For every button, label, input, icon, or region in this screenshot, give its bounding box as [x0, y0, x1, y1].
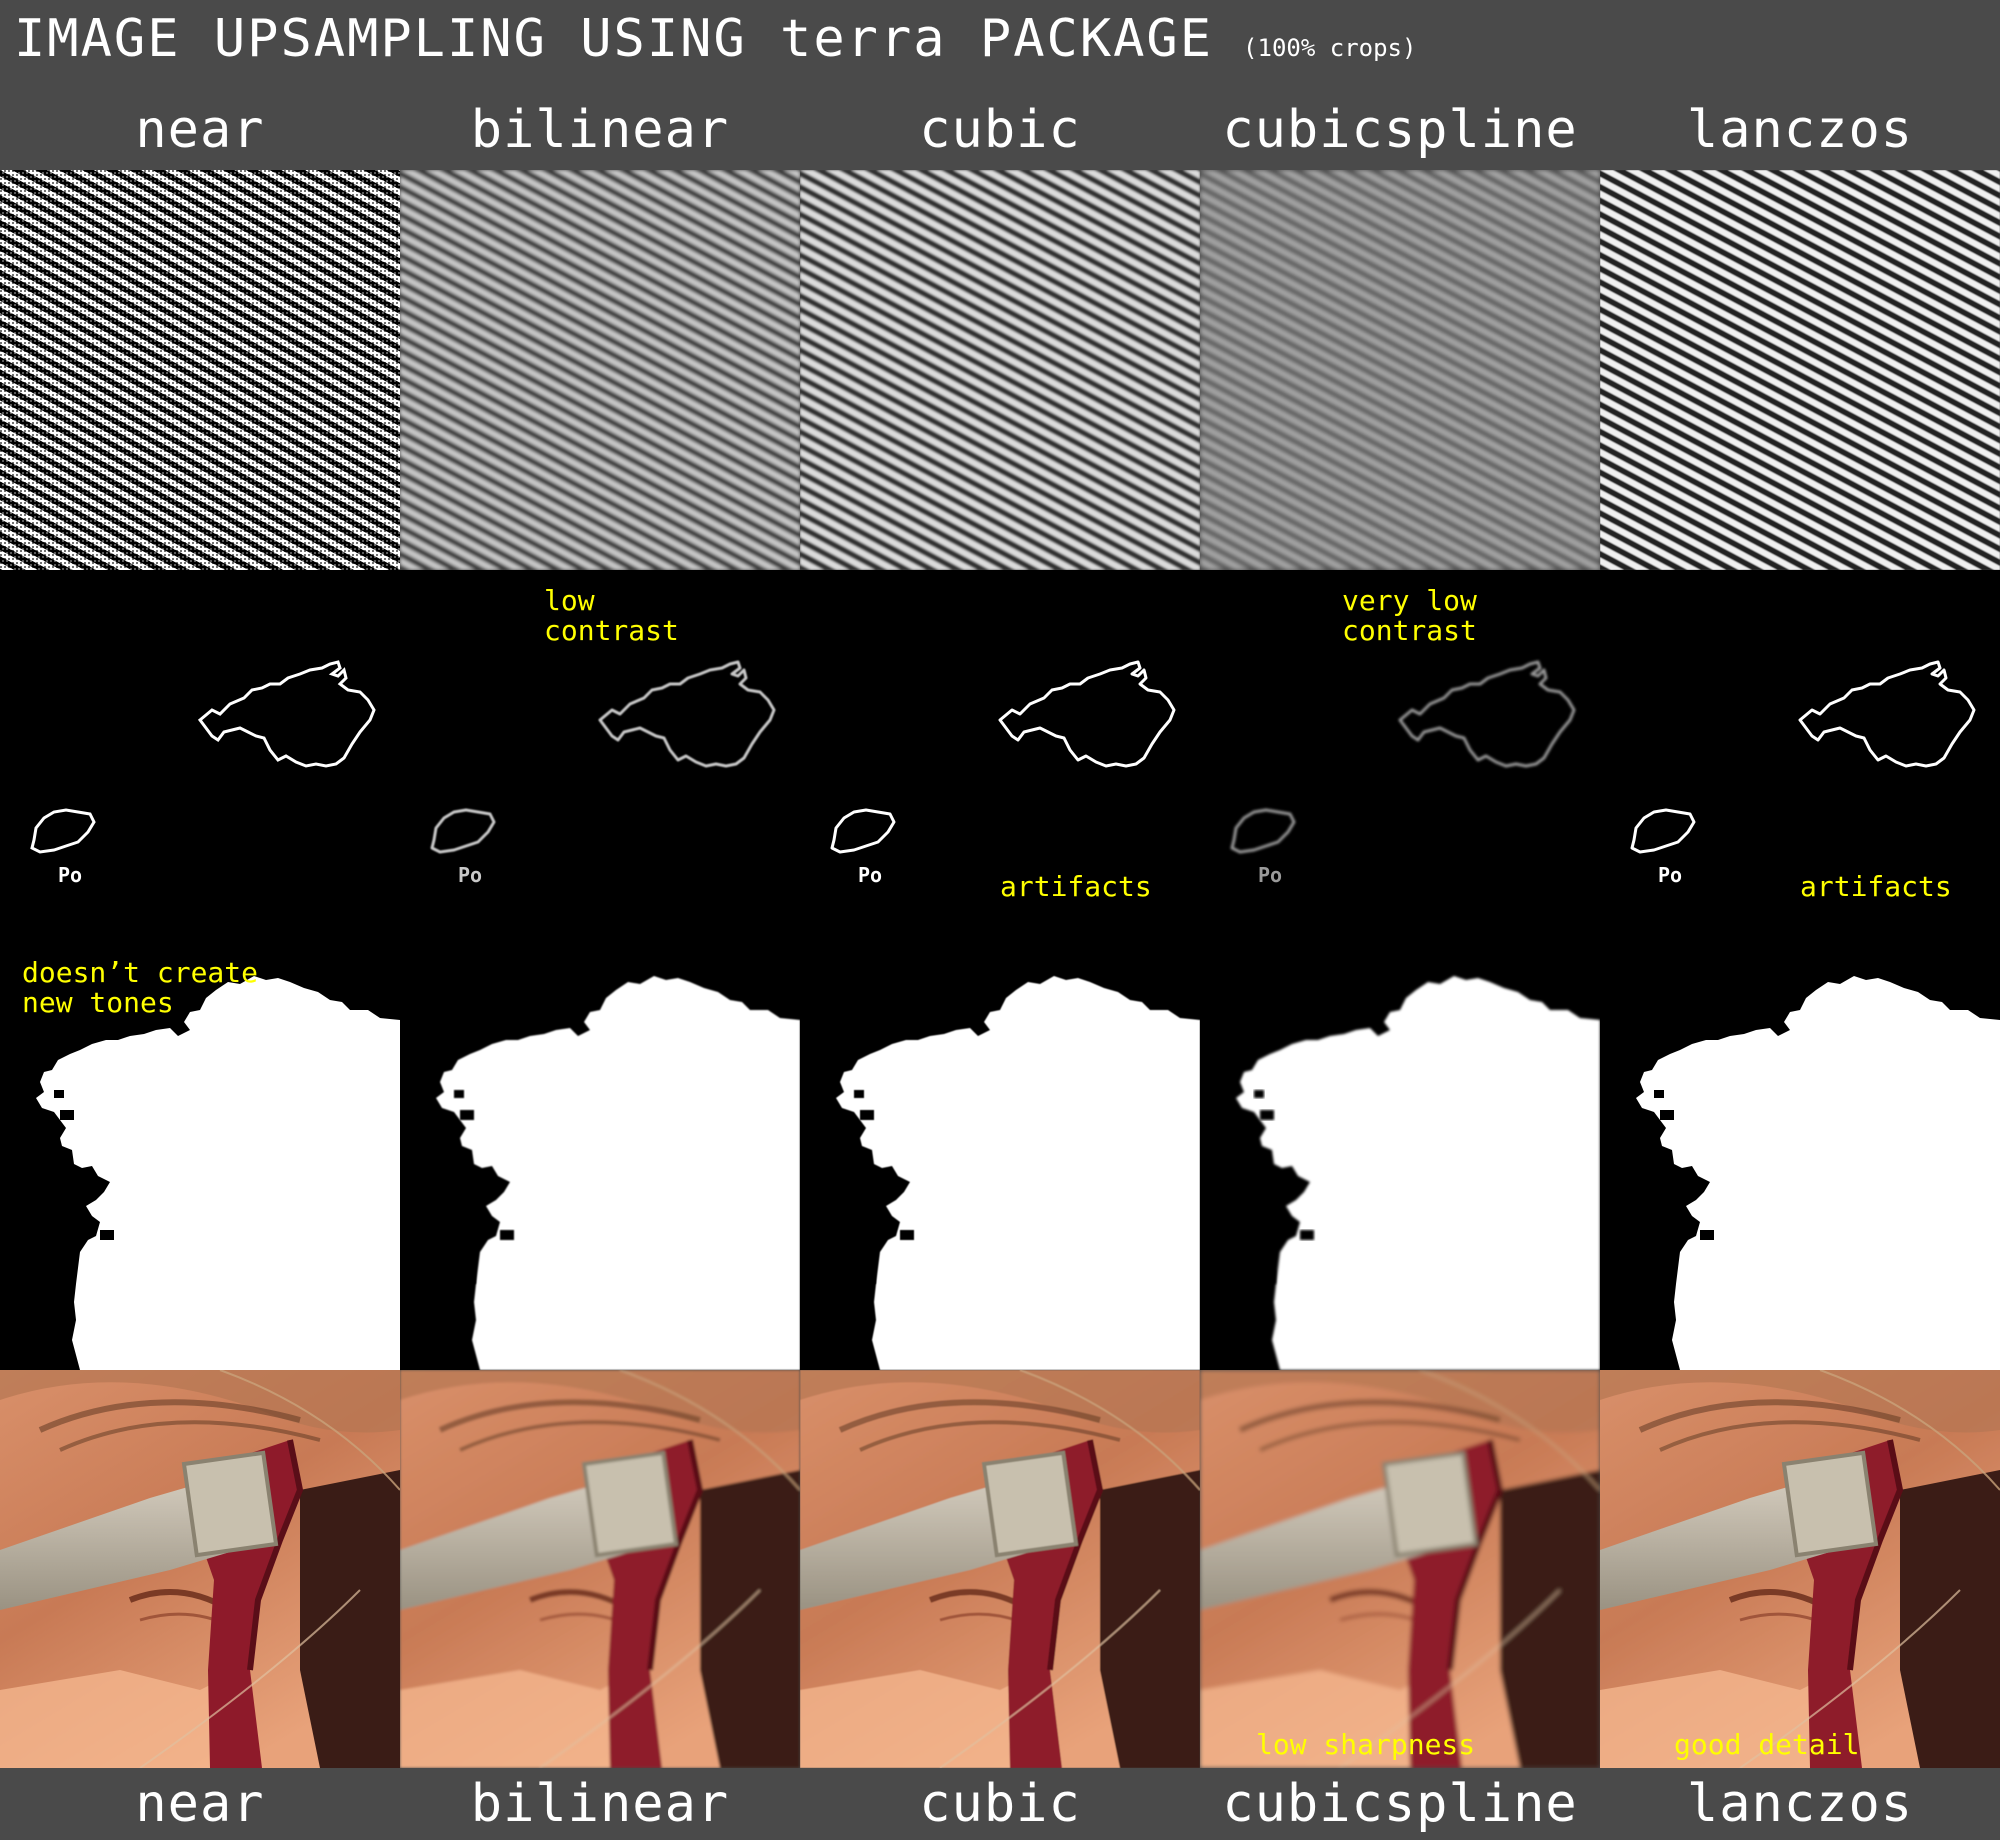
map-label: Po	[1658, 863, 1682, 887]
page-title: IMAGE UPSAMPLING USING terra PACKAGE (100…	[14, 6, 1416, 72]
photo-crop-cubic	[800, 1370, 1200, 1768]
stripe-pattern-bilinear	[400, 170, 800, 570]
column-header-near: near	[135, 100, 265, 160]
note-very-low-contrast: very low contrast	[1342, 584, 1477, 647]
map-label: Po	[458, 863, 482, 887]
note-low-sharpness: low sharpness	[1256, 1728, 1476, 1761]
column-header-lanczos: lanczos	[1686, 100, 1914, 160]
note-good-detail: good detail	[1674, 1728, 1860, 1761]
note-low-contrast: low contrast	[544, 584, 679, 647]
column-headers-top: near bilinear cubic cubicspline lanczos	[0, 92, 2000, 168]
photo-crop-bilinear	[400, 1370, 800, 1768]
stripe-pattern-cubic	[800, 170, 1200, 570]
column-header-cubic: cubic	[919, 100, 1081, 160]
note-artifacts-cubic: artifacts	[1000, 870, 1152, 903]
map-label: Po	[1258, 863, 1282, 887]
column-footer-near: near	[135, 1774, 265, 1834]
mask-region-cubic	[800, 970, 1200, 1370]
note-no-new-tones: doesn’t create new tones	[22, 956, 259, 1019]
title-subtitle: (100% crops)	[1243, 34, 1417, 62]
mask-region-cubicspline	[1200, 970, 1600, 1370]
note-artifacts-lanczos: artifacts	[1800, 870, 1952, 903]
column-footer-bilinear: bilinear	[470, 1774, 730, 1834]
outline-map-cubic: Po	[800, 570, 1200, 970]
mask-region-lanczos	[1600, 970, 2000, 1370]
column-footer-lanczos: lanczos	[1686, 1774, 1914, 1834]
comparison-grid: Po Po Po Po Po low contrast very low contrast a…	[0, 170, 2000, 1768]
column-header-cubicspline: cubicspline	[1222, 100, 1578, 160]
column-footer-cubicspline: cubicspline	[1222, 1774, 1578, 1834]
stripe-pattern-lanczos	[1600, 170, 2000, 570]
mask-region-near	[0, 970, 400, 1370]
title-main: IMAGE UPSAMPLING USING terra PACKAGE	[14, 9, 1214, 69]
photo-crop-near	[0, 1370, 400, 1768]
photo-crop-lanczos	[1600, 1370, 2000, 1768]
map-label: Po	[858, 863, 882, 887]
photo-crop-cubicspline	[1200, 1370, 1600, 1768]
map-label: Po	[58, 863, 82, 887]
column-footer-cubic: cubic	[919, 1774, 1081, 1834]
stripe-pattern-cubicspline	[1200, 170, 1600, 570]
mask-region-bilinear	[400, 970, 800, 1370]
stripe-pattern-near	[0, 170, 400, 570]
outline-map-lanczos: Po	[1600, 570, 2000, 970]
column-header-bilinear: bilinear	[470, 100, 730, 160]
outline-map-near: Po	[0, 570, 400, 970]
column-headers-bottom: near bilinear cubic cubicspline lanczos	[0, 1768, 2000, 1840]
